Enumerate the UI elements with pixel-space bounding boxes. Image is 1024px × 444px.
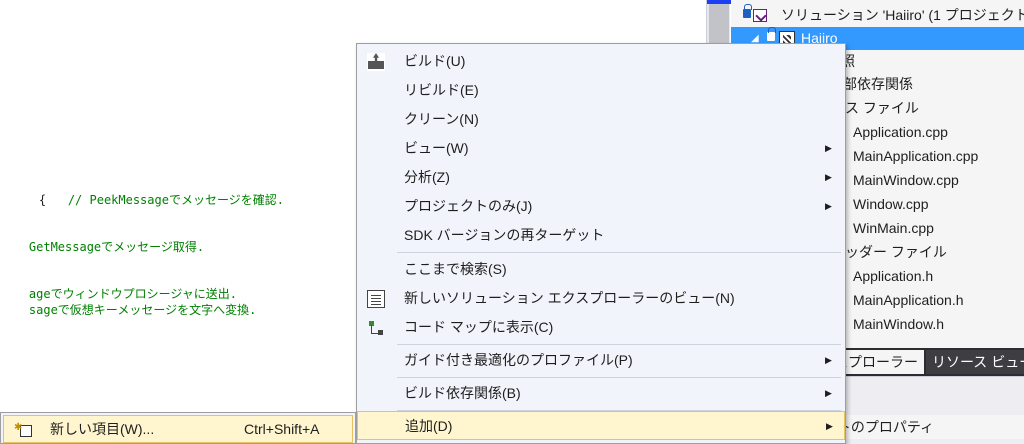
- menu-item-label: 新しいソリューション エクスプローラーのビュー(N): [404, 290, 735, 306]
- menu-item-analyze[interactable]: 分析(Z) ▶: [357, 163, 845, 192]
- submenu-arrow-icon: ▶: [825, 201, 832, 211]
- lock-icon: [743, 4, 752, 18]
- menu-item-add[interactable]: 追加(D) ▶: [357, 411, 845, 440]
- menu-item-view[interactable]: ビュー(W) ▶: [357, 134, 845, 163]
- context-menu: ビルド(U) リビルド(E) クリーン(N) ビュー(W) ▶ 分析(Z) ▶ …: [356, 43, 846, 444]
- code-comment: sageで仮想キーメッセージを文字へ変換.: [28, 303, 257, 317]
- solution-icon: [753, 9, 767, 22]
- menu-item-label: クリーン(N): [404, 111, 479, 127]
- tree-item-label: WinMain.cpp: [853, 220, 934, 236]
- menu-separator: [397, 344, 841, 345]
- solution-view-icon: [367, 290, 385, 308]
- code-map-icon: [367, 319, 385, 337]
- submenu-arrow-icon: ▶: [825, 172, 832, 182]
- code-comment: GetMessageでメッセージ取得.: [28, 240, 205, 254]
- submenu-arrow-icon: ▶: [826, 421, 833, 431]
- menu-item-label: SDK バージョンの再ターゲット: [404, 227, 605, 243]
- tree-item-label: ソリューション 'Haiiro' (1 プロジェクト): [781, 7, 1024, 23]
- code-line[interactable]: sageで仮想キーメッセージを文字へ変換.: [0, 289, 256, 331]
- menu-item-label: ビュー(W): [404, 140, 469, 156]
- tree-item-label: Window.cpp: [853, 196, 929, 212]
- menu-separator: [397, 252, 841, 253]
- menu-item-label: ここまで検索(S): [404, 261, 507, 277]
- menu-item-project-only[interactable]: プロジェクトのみ(J) ▶: [357, 192, 845, 221]
- code-comment: // PeekMessageでメッセージを確認.: [46, 193, 284, 207]
- menu-item-retarget-sdk[interactable]: SDK バージョンの再ターゲット: [357, 221, 845, 250]
- submenu-arrow-icon: ▶: [825, 355, 832, 365]
- new-item-icon: [14, 415, 32, 441]
- menu-item-build-dependencies[interactable]: ビルド依存関係(B) ▶: [357, 379, 845, 408]
- submenu-item-label: 新しい項目(W)...: [50, 421, 155, 437]
- tree-item-label: MainApplication.h: [853, 292, 964, 308]
- menu-item-new-solution-view[interactable]: 新しいソリューション エクスプローラーのビュー(N): [357, 284, 845, 313]
- menu-item-label: リビルド(E): [404, 82, 479, 98]
- tree-item-label: MainWindow.h: [853, 316, 945, 332]
- tree-item-label: 部依存関係: [843, 76, 913, 92]
- menu-item-clean[interactable]: クリーン(N): [357, 105, 845, 134]
- tree-item-label: Application.h: [853, 268, 934, 284]
- code-line[interactable]: { // PeekMessageでメッセージを確認.: [10, 179, 284, 221]
- build-icon: [367, 53, 385, 71]
- tree-item-label: MainWindow.cpp: [853, 172, 959, 188]
- submenu-arrow-icon: ▶: [825, 143, 832, 153]
- menu-separator: [397, 377, 841, 378]
- menu-item-label: 分析(Z): [404, 169, 450, 185]
- submenu-arrow-icon: ▶: [825, 388, 832, 398]
- tree-item-label: Application.cpp: [853, 124, 948, 140]
- menu-item-label: プロジェクトのみ(J): [404, 198, 533, 214]
- menu-item-label: コード マップに表示(C): [404, 319, 554, 335]
- tab-resource-view[interactable]: リソース ビュー: [926, 350, 1024, 374]
- code-line[interactable]: GetMessageでメッセージ取得.: [0, 226, 204, 268]
- menu-item-build[interactable]: ビルド(U): [357, 47, 845, 76]
- menu-item-label: ビルド依存関係(B): [404, 385, 521, 401]
- menu-item-label: ビルド(U): [404, 53, 466, 69]
- menu-item-show-code-map[interactable]: コード マップに表示(C): [357, 313, 845, 342]
- menu-item-scope-to-this[interactable]: ここまで検索(S): [357, 255, 845, 284]
- add-submenu: 新しい項目(W)... Ctrl+Shift+A: [0, 412, 356, 444]
- submenu-item-new-item[interactable]: 新しい項目(W)... Ctrl+Shift+A: [3, 415, 353, 443]
- shortcut-label: Ctrl+Shift+A: [244, 421, 320, 437]
- menu-item-label: ガイド付き最適化のプロファイル(P): [404, 352, 633, 368]
- tree-item-solution[interactable]: ソリューション 'Haiiro' (1 プロジェクト): [731, 4, 1024, 27]
- tree-item-label: MainApplication.cpp: [853, 148, 979, 164]
- menu-item-rebuild[interactable]: リビルド(E): [357, 76, 845, 105]
- tree-item-label: ス ファイル: [845, 100, 919, 116]
- menu-item-pgo-profile[interactable]: ガイド付き最適化のプロファイル(P) ▶: [357, 346, 845, 375]
- menu-item-label: 追加(D): [405, 418, 453, 434]
- tree-item-label: ッダー ファイル: [845, 244, 947, 260]
- lock-icon: [767, 27, 776, 41]
